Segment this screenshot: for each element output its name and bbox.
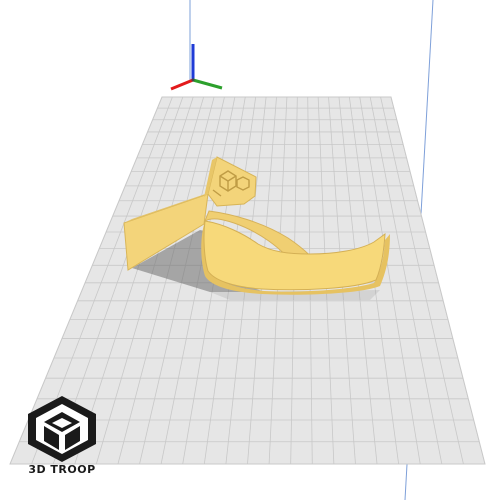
origin-point <box>191 78 195 82</box>
axis-gizmo <box>170 44 223 91</box>
brand-watermark: 3D TROOP <box>22 392 102 492</box>
x-axis <box>170 78 194 91</box>
3d-viewport[interactable]: 3D TROOP <box>0 0 500 500</box>
brand-text: 3D TROOP <box>28 463 96 476</box>
cube-logo-icon <box>28 396 96 462</box>
y-axis <box>192 78 223 90</box>
